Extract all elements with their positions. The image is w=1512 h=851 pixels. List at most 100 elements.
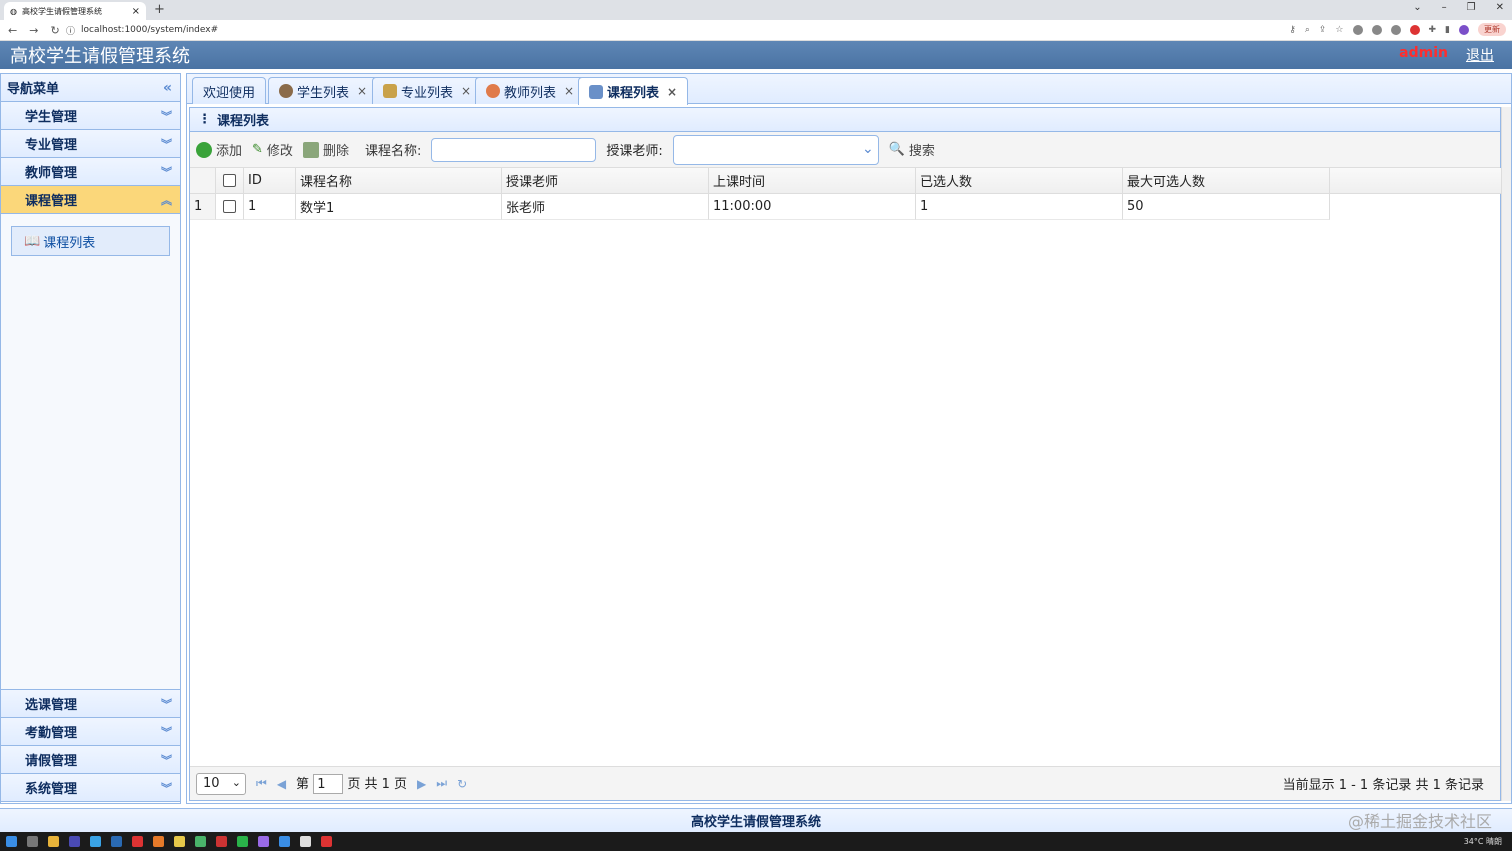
folder-icon[interactable] — [174, 836, 185, 847]
delete-button[interactable]: 删除 — [302, 140, 349, 159]
row-checkbox[interactable] — [216, 194, 244, 220]
table-row[interactable]: 1 1 数学1 张老师 11:00:00 1 50 — [190, 194, 1502, 220]
close-icon[interactable]: × — [667, 85, 677, 99]
wechat-icon[interactable] — [237, 836, 248, 847]
share-icon[interactable]: ⇪ — [1319, 25, 1327, 35]
close-icon[interactable]: × — [357, 84, 367, 98]
extension-icon[interactable] — [1352, 24, 1363, 35]
info-icon[interactable]: ⓘ — [66, 24, 75, 37]
zoom-icon[interactable]: ⌕ — [1305, 25, 1310, 35]
tab-label: 课程列表 — [607, 86, 660, 101]
column-header[interactable]: ID — [244, 168, 296, 193]
url-field[interactable]: localhost:1000/system/index# — [81, 25, 218, 35]
refresh-icon[interactable]: ↻ — [457, 777, 467, 791]
tab-teacher-list[interactable]: 教师列表 × — [475, 77, 586, 104]
extensions-area: ⚷ ⌕ ⇪ ☆ ✚ ▮ 更新 — [1289, 23, 1506, 36]
prev-page-icon[interactable]: ◀ — [277, 777, 286, 791]
menu-label: 课程管理 — [25, 194, 78, 209]
edge-icon[interactable] — [279, 836, 290, 847]
chevron-down-icon: ︾ — [161, 725, 172, 739]
add-button[interactable]: 添加 — [196, 140, 242, 159]
menu-system[interactable]: 系统管理 ︾ — [1, 774, 180, 802]
home-icon — [383, 84, 397, 98]
app-icon[interactable] — [90, 836, 101, 847]
search-icon[interactable] — [27, 836, 38, 847]
teacher-label: 授课老师: — [606, 144, 663, 159]
column-header[interactable]: 授课老师 — [502, 168, 709, 193]
key-icon[interactable]: ⚷ — [1289, 25, 1296, 35]
reload-button[interactable]: ↻ — [50, 24, 59, 37]
cell-selected-count: 1 — [916, 194, 1123, 220]
chrome-icon[interactable] — [321, 836, 332, 847]
extension-icon[interactable] — [1409, 24, 1420, 35]
close-window-button[interactable]: ✕ — [1496, 2, 1504, 13]
app-icon[interactable] — [300, 836, 311, 847]
search-button[interactable]: 🔍 搜索 — [889, 140, 935, 159]
table-header: ID 课程名称 授课老师 上课时间 已选人数 最大可选人数 — [190, 168, 1502, 194]
last-page-icon[interactable]: ⏭ — [436, 776, 447, 791]
app-icon[interactable] — [195, 836, 206, 847]
delete-label: 删除 — [322, 144, 349, 159]
restore-button[interactable]: ❐ — [1467, 2, 1476, 13]
app-icon[interactable] — [69, 836, 80, 847]
back-button[interactable]: ← — [8, 24, 17, 37]
column-header[interactable]: 课程名称 — [296, 168, 502, 193]
cell-max-count: 50 — [1123, 194, 1330, 220]
page-number-input[interactable]: 1 — [313, 774, 344, 795]
star-icon[interactable]: ☆ — [1335, 25, 1343, 35]
forward-button[interactable]: → — [29, 24, 38, 37]
footer-title: 高校学生请假管理系统 — [690, 815, 821, 830]
teacher-select[interactable]: ⌄ — [672, 134, 879, 165]
tab-welcome[interactable]: 欢迎使用 — [192, 77, 267, 104]
tab-major-list[interactable]: 专业列表 × — [372, 77, 483, 104]
scrollbar[interactable] — [1501, 107, 1511, 801]
menu-selection[interactable]: 选课管理 ︾ — [1, 690, 180, 718]
app-icon[interactable] — [216, 836, 227, 847]
page-size-select[interactable]: 10 ⌄ — [196, 772, 246, 795]
menu-attendance[interactable]: 考勤管理 ︾ — [1, 718, 180, 746]
windows-start-icon[interactable] — [6, 836, 17, 847]
menu-major[interactable]: 专业管理 ︾ — [1, 130, 180, 158]
menu-label: 学生管理 — [25, 110, 78, 125]
select-all-checkbox[interactable] — [216, 168, 244, 193]
column-header[interactable]: 最大可选人数 — [1123, 168, 1330, 193]
close-icon[interactable]: × — [461, 84, 471, 98]
collapse-sidebar-icon[interactable]: « — [163, 80, 172, 96]
chevron-down-icon[interactable]: ⌄ — [1413, 2, 1421, 13]
menu-student[interactable]: 学生管理 ︾ — [1, 102, 180, 130]
first-page-icon[interactable]: ⏮ — [256, 776, 267, 791]
tab-student-list[interactable]: 学生列表 × — [268, 77, 379, 104]
extension-icon[interactable] — [1371, 24, 1382, 35]
extension-icon[interactable] — [1390, 24, 1401, 35]
app-icon[interactable] — [111, 836, 122, 847]
column-header[interactable]: 上课时间 — [709, 168, 916, 193]
tab-course-list[interactable]: 课程列表 × — [578, 77, 689, 105]
minimize-button[interactable]: – — [1442, 2, 1447, 13]
close-icon[interactable]: × — [132, 6, 140, 17]
pagination: 10 ⌄ ⏮ ◀ 第 1 页 共 1 页 ▶ ⏭ ↻ 当前显示 1 - 1 条记… — [190, 766, 1500, 800]
app-icon[interactable] — [153, 836, 164, 847]
new-tab-button[interactable]: + — [154, 2, 165, 17]
course-name-input[interactable] — [431, 137, 597, 162]
menu-teacher[interactable]: 教师管理 ︾ — [1, 158, 180, 186]
app-icon[interactable] — [258, 836, 269, 847]
plus-icon — [196, 141, 212, 158]
main-area: 欢迎使用 学生列表 × 专业列表 × 教师列表 × 课程列表 × ⋮ 课程列表 — [186, 73, 1512, 804]
next-page-icon[interactable]: ▶ — [417, 777, 426, 791]
sidepanel-icon[interactable]: ▮ — [1445, 25, 1450, 35]
close-icon[interactable]: × — [564, 84, 574, 98]
cell-course-name: 数学1 — [296, 194, 502, 220]
browser-tab[interactable]: ◍ 高校学生请假管理系统 × — [4, 2, 146, 20]
update-button[interactable]: 更新 — [1478, 23, 1506, 36]
app-icon[interactable] — [48, 836, 59, 847]
puzzle-icon[interactable]: ✚ — [1429, 25, 1437, 35]
logout-link[interactable]: 退出 — [1466, 45, 1494, 65]
sidebar-item-course-list[interactable]: 📖 课程列表 — [11, 226, 170, 256]
menu-course[interactable]: 课程管理 ︽ — [1, 186, 180, 214]
weather[interactable]: 34°C 晴朗 — [1464, 836, 1502, 847]
app-icon[interactable] — [132, 836, 143, 847]
edit-button[interactable]: ✎ 修改 — [252, 140, 293, 159]
column-header[interactable]: 已选人数 — [916, 168, 1123, 193]
menu-leave[interactable]: 请假管理 ︾ — [1, 746, 180, 774]
profile-avatar[interactable] — [1459, 24, 1469, 35]
